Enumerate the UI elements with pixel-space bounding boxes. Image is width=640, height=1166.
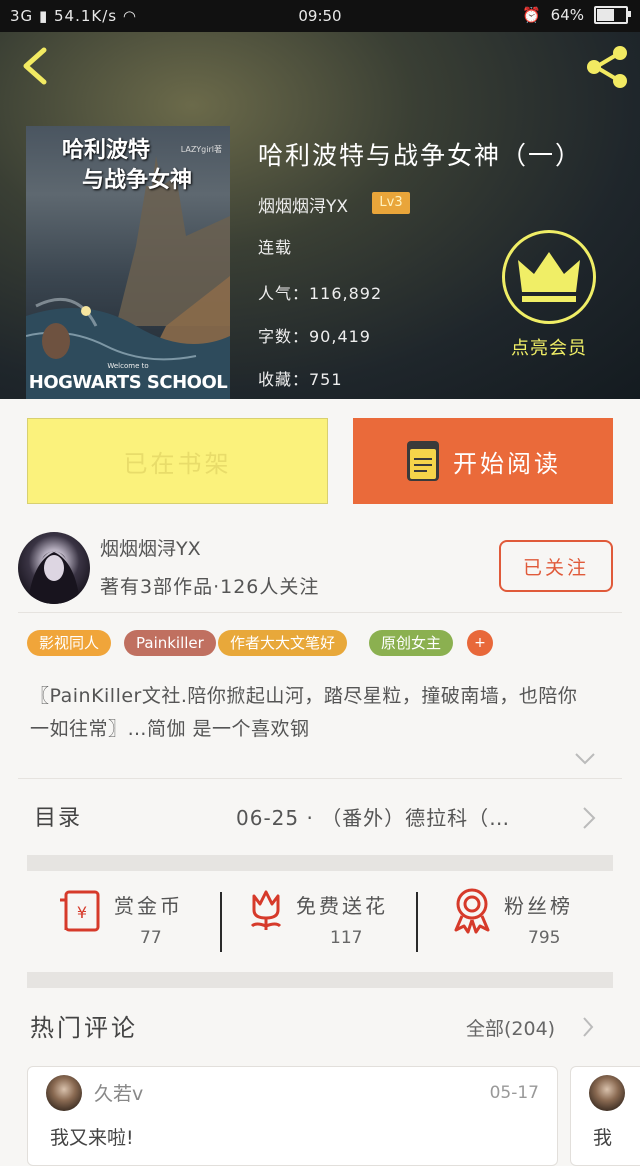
- red-envelope-icon: ¥: [60, 890, 100, 932]
- fan-ranking-button[interactable]: 粉丝榜 795: [448, 886, 598, 956]
- battery-text: 64%: [550, 6, 584, 24]
- stat-title: 免费送花: [296, 894, 388, 918]
- toc-latest-chapter: 06-25 · （番外）德拉科（…: [236, 806, 511, 830]
- reward-coins-button[interactable]: ¥ 赏金币 77: [56, 886, 206, 956]
- start-reading-label: 开始阅读: [453, 449, 561, 478]
- section-separator: [27, 972, 613, 988]
- author-avatar[interactable]: [18, 532, 90, 604]
- start-reading-button[interactable]: 开始阅读: [353, 418, 613, 504]
- commenter-name[interactable]: 久若v: [94, 1079, 143, 1106]
- crown-icon: [518, 252, 580, 302]
- level-badge: Lv3: [372, 192, 410, 214]
- divider: [416, 892, 418, 952]
- author-name[interactable]: 烟烟烟浔YX: [100, 534, 201, 561]
- cover-welcome: Welcome to: [107, 362, 149, 370]
- divider: [18, 612, 622, 613]
- cover-title-line1: 哈利波特: [62, 138, 151, 163]
- comment-date: 05-17: [489, 1083, 539, 1103]
- book-cover[interactable]: 哈利波特 与战争女神 LAZYgirl著 Welcome to HOGWARTS…: [26, 126, 230, 399]
- tag-item[interactable]: 影视同人: [27, 630, 112, 656]
- cover-school: HOGWARTS SCHOOL: [28, 372, 228, 393]
- stat-count: 795: [528, 928, 561, 948]
- status-bar: 3G ▮ 54.1K/s ◠ 09:50 ⏰ 64%: [0, 0, 640, 32]
- book-title: 哈利波特与战争女神（一）: [258, 141, 583, 170]
- divider: [18, 778, 622, 779]
- commenter-avatar[interactable]: [46, 1075, 82, 1111]
- follow-button[interactable]: 已关注: [499, 540, 613, 592]
- chevron-down-icon[interactable]: [574, 752, 596, 766]
- book-popularity: 人气：116,892: [258, 284, 383, 303]
- chevron-right-icon: [583, 1017, 594, 1037]
- hot-comments-title: 热门评论: [30, 1014, 138, 1042]
- battery-icon: [594, 6, 631, 24]
- book-hero: 哈利波特 与战争女神 LAZYgirl著 Welcome to HOGWARTS…: [0, 32, 640, 399]
- commenter-avatar[interactable]: [589, 1075, 625, 1111]
- battery-fill: [597, 9, 614, 21]
- back-icon[interactable]: [14, 44, 58, 88]
- medal-icon: [454, 888, 490, 934]
- more-tags-button[interactable]: +: [467, 630, 493, 656]
- book-description[interactable]: 〖PainKiller文社.陪你掀起山河，踏尽星粒，撞破南墙，也陪你一如往常〗……: [30, 680, 590, 746]
- cover-author: LAZYgirl著: [180, 145, 222, 154]
- vip-button[interactable]: [502, 230, 596, 324]
- comment-card[interactable]: 我: [570, 1066, 640, 1166]
- book-icon: [407, 441, 439, 481]
- status-right: ⏰ 64%: [521, 6, 631, 24]
- comment-text: 我又来啦!: [50, 1127, 134, 1149]
- on-shelf-button[interactable]: 已在书架: [27, 418, 328, 504]
- tag-item[interactable]: 作者大大文笔好: [218, 630, 348, 656]
- flower-icon: [250, 890, 282, 930]
- share-icon[interactable]: [582, 42, 632, 92]
- author-info: 著有3部作品·126人关注: [100, 576, 320, 598]
- stat-count: 77: [140, 928, 162, 948]
- stat-count: 117: [330, 928, 363, 948]
- divider: [220, 892, 222, 952]
- comment-text: 我: [593, 1127, 613, 1149]
- all-comments-label: 全部(204): [466, 1018, 556, 1040]
- cover-title-line2: 与战争女神: [82, 168, 193, 193]
- tag-item[interactable]: Painkiller: [124, 630, 216, 656]
- book-author[interactable]: 烟烟烟浔YX: [258, 192, 348, 217]
- toc-label: 目录: [34, 806, 83, 831]
- chevron-right-icon: [583, 807, 596, 829]
- follow-label: 已关注: [522, 556, 589, 579]
- svg-text:¥: ¥: [77, 903, 87, 922]
- on-shelf-label: 已在书架: [123, 449, 232, 478]
- alarm-icon: ⏰: [521, 6, 541, 24]
- book-favorites: 收藏：751: [258, 370, 343, 389]
- book-status: 连载: [258, 238, 293, 257]
- stat-title: 粉丝榜: [504, 894, 573, 918]
- avatar-art: [28, 551, 80, 604]
- section-separator: [27, 855, 613, 871]
- comment-card[interactable]: 久若v 05-17 我又来啦!: [27, 1066, 558, 1166]
- stat-title: 赏金币: [114, 894, 183, 918]
- vip-label[interactable]: 点亮会员: [502, 334, 596, 360]
- send-flower-button[interactable]: 免费送花 117: [242, 886, 402, 956]
- tag-item[interactable]: 原创女主: [369, 630, 454, 656]
- book-word-count: 字数：90,419: [258, 327, 371, 346]
